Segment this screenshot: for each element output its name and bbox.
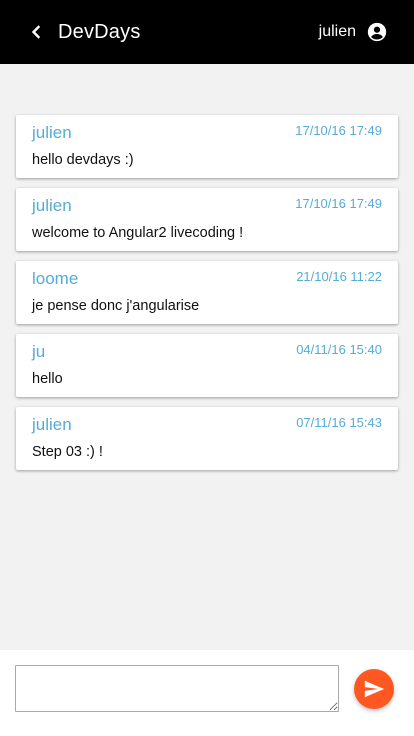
message-card: ju 04/11/16 15:40 hello (16, 334, 398, 397)
message-text: welcome to Angular2 livecoding ! (32, 225, 244, 241)
message-text: hello (32, 371, 63, 387)
message-author: ju (32, 342, 46, 361)
message-card: julien 07/11/16 15:43 Step 03 :) ! (16, 407, 398, 470)
message-list: julien 17/10/16 17:49 hello devdays :) j… (16, 115, 398, 480)
message-text: Step 03 :) ! (32, 444, 103, 460)
message-timestamp: 17/10/16 17:49 (295, 123, 382, 138)
message-text: je pense donc j'angularise (32, 298, 200, 314)
message-text: hello devdays :) (32, 152, 134, 168)
send-button[interactable] (354, 669, 394, 709)
message-timestamp: 17/10/16 17:49 (295, 196, 382, 211)
message-input[interactable] (15, 665, 339, 712)
chevron-left-icon[interactable] (26, 22, 46, 42)
message-composer (0, 650, 414, 736)
message-author: julien (32, 123, 72, 142)
message-author: julien (32, 196, 72, 215)
message-author: julien (32, 415, 72, 434)
current-user-name: julien (318, 23, 356, 40)
account-circle-icon[interactable] (366, 21, 388, 43)
message-timestamp: 04/11/16 15:40 (296, 342, 382, 357)
message-card: julien 17/10/16 17:49 welcome to Angular… (16, 188, 398, 251)
message-author: loome (32, 269, 79, 288)
send-icon (364, 680, 385, 698)
message-timestamp: 07/11/16 15:43 (296, 415, 382, 430)
message-card: loome 21/10/16 11:22 je pense donc j'ang… (16, 261, 398, 324)
app-header: DevDays julien (0, 0, 414, 64)
message-timestamp: 21/10/16 11:22 (296, 269, 382, 284)
page-title: DevDays (58, 20, 141, 43)
message-card: julien 17/10/16 17:49 hello devdays :) (16, 115, 398, 178)
